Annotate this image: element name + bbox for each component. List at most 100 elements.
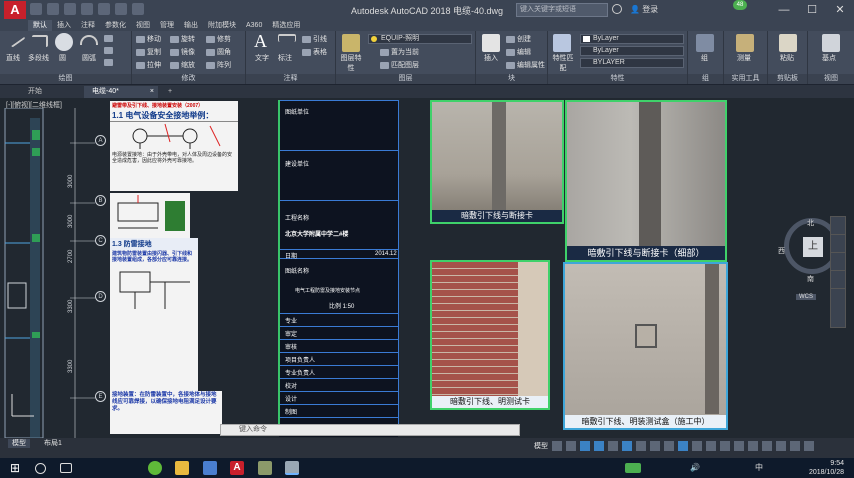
arc-button[interactable]: 圆弧 <box>82 53 96 63</box>
dimension-button[interactable]: 标注 <box>278 53 292 63</box>
wcs-dropdown[interactable]: WCS <box>796 294 816 300</box>
layer-properties-icon[interactable] <box>342 34 360 52</box>
linetype-dropdown[interactable]: ByLayer <box>580 46 684 56</box>
hardware-acceleration-icon[interactable] <box>776 441 786 451</box>
hatch-icon[interactable] <box>104 47 115 54</box>
task-view-icon[interactable] <box>60 463 72 473</box>
polar-icon[interactable] <box>594 441 604 451</box>
model-space-button[interactable]: 模型 <box>534 441 548 451</box>
tab-model[interactable]: 模型 <box>8 439 30 448</box>
drawing-canvas[interactable]: [-][俯视][二维线框] A B C D E 3000 3000 2700 3… <box>0 98 854 438</box>
tab-output[interactable]: 输出 <box>179 20 203 31</box>
layer-properties-button[interactable]: 图层特性 <box>338 53 364 73</box>
trim-button[interactable]: 修剪 <box>206 34 231 44</box>
edit-attributes-button[interactable]: 编辑属性 <box>506 60 545 70</box>
quick-properties-icon[interactable] <box>734 441 744 451</box>
tab-addins[interactable]: 附加模块 <box>203 20 241 31</box>
utilities-panel-label[interactable]: 实用工具 <box>724 74 767 84</box>
measure-icon[interactable] <box>736 34 754 52</box>
app-icon[interactable] <box>285 461 299 475</box>
make-current-button[interactable]: 置为当前 <box>380 47 419 57</box>
annotation-panel-label[interactable]: 注释 <box>246 74 335 84</box>
block-panel-label[interactable]: 块 <box>476 74 547 84</box>
array-button[interactable]: 阵列 <box>206 60 231 70</box>
orbit-icon[interactable] <box>831 271 845 289</box>
command-input[interactable]: 键入命令 <box>220 424 520 436</box>
line-button[interactable]: 直线 <box>6 53 20 63</box>
text-icon[interactable]: A <box>254 32 272 50</box>
selection-cycling-icon[interactable] <box>664 441 674 451</box>
compass-north[interactable]: 北 <box>807 218 814 228</box>
create-block-button[interactable]: 创建 <box>506 34 531 44</box>
move-button[interactable]: 移动 <box>136 34 161 44</box>
tab-featured-apps[interactable]: 精选应用 <box>267 20 305 31</box>
compass-south[interactable]: 南 <box>807 274 814 284</box>
tab-manage[interactable]: 管理 <box>155 20 179 31</box>
autocad-taskbar-icon[interactable]: A <box>230 461 244 475</box>
system-clock[interactable]: 9:54 2018/10/28 <box>809 459 844 477</box>
match-properties-icon[interactable] <box>553 34 571 52</box>
color-dropdown[interactable]: ByLayer <box>580 34 684 44</box>
showmotion-icon[interactable] <box>831 289 845 307</box>
paste-icon[interactable] <box>779 34 797 52</box>
base-point-icon[interactable] <box>822 34 840 52</box>
grid-icon[interactable] <box>552 441 562 451</box>
steering-wheel-icon[interactable] <box>831 217 845 235</box>
file-explorer-icon[interactable] <box>175 461 189 475</box>
copy-button[interactable]: 复制 <box>136 47 161 57</box>
modify-panel-label[interactable]: 修改 <box>132 74 245 84</box>
group-button[interactable]: 组 <box>701 53 708 63</box>
transparency-icon[interactable] <box>650 441 660 451</box>
measure-button[interactable]: 测量 <box>737 53 751 63</box>
tab-insert[interactable]: 插入 <box>52 20 76 31</box>
text-button[interactable]: 文字 <box>255 53 269 63</box>
zoom-icon[interactable] <box>831 253 845 271</box>
login-button[interactable]: 👤 登录 <box>630 4 658 15</box>
match-layer-button[interactable]: 匹配图层 <box>380 60 419 70</box>
tab-default[interactable]: 默认 <box>28 20 52 31</box>
insert-button[interactable]: 插入 <box>484 53 498 63</box>
stretch-button[interactable]: 拉伸 <box>136 60 161 70</box>
customization-icon[interactable] <box>804 441 814 451</box>
match-properties-button[interactable]: 特性匹配 <box>551 53 575 73</box>
clean-screen-icon[interactable] <box>790 441 800 451</box>
viewcube-top-face[interactable]: 上 <box>803 237 823 257</box>
battery-icon[interactable] <box>625 463 641 473</box>
lock-ui-icon[interactable] <box>748 441 758 451</box>
tab-start[interactable]: 开始 <box>20 86 50 98</box>
ortho-icon[interactable] <box>580 441 590 451</box>
clipboard-panel-label[interactable]: 剪贴板 <box>768 74 807 84</box>
app-icon[interactable] <box>203 461 217 475</box>
close-button[interactable]: ✕ <box>826 0 854 20</box>
close-tab-icon[interactable]: × <box>150 86 154 98</box>
properties-panel-label[interactable]: 特性 <box>548 74 687 84</box>
browser-icon[interactable] <box>148 461 162 475</box>
tab-parametric[interactable]: 参数化 <box>100 20 131 31</box>
search-input[interactable]: 键入关键字或短语 <box>516 3 608 17</box>
osnap-icon[interactable] <box>608 441 618 451</box>
workspace-icon[interactable] <box>692 441 702 451</box>
minimize-button[interactable]: — <box>770 0 798 20</box>
groups-panel-label[interactable]: 组 <box>688 74 723 84</box>
table-button[interactable]: 表格 <box>302 47 327 57</box>
lineweight-dropdown[interactable]: BYLAYER <box>580 58 684 68</box>
volume-icon[interactable]: 🔊 <box>690 461 704 475</box>
tab-layout1[interactable]: 布局1 <box>40 439 66 448</box>
polyline-button[interactable]: 多段线 <box>28 53 49 63</box>
scale-button[interactable]: 缩放 <box>170 60 195 70</box>
circle-button[interactable]: 圆 <box>59 53 66 63</box>
paste-button[interactable]: 粘贴 <box>780 53 794 63</box>
otrack-icon[interactable] <box>622 441 632 451</box>
isolate-objects-icon[interactable] <box>762 441 772 451</box>
rectangle-icon[interactable] <box>104 35 115 42</box>
app-icon[interactable] <box>258 461 272 475</box>
snap-icon[interactable] <box>566 441 576 451</box>
ime-indicator[interactable]: 中 <box>755 461 769 475</box>
draw-panel-label[interactable]: 绘图 <box>0 74 131 84</box>
rotate-button[interactable]: 旋转 <box>170 34 195 44</box>
base-button[interactable]: 基点 <box>822 53 836 63</box>
tab-view[interactable]: 视图 <box>131 20 155 31</box>
notification-badge[interactable]: 48 <box>733 0 747 10</box>
view-panel-label[interactable]: 视图 <box>808 74 854 84</box>
layers-panel-label[interactable]: 图层 <box>336 74 475 84</box>
